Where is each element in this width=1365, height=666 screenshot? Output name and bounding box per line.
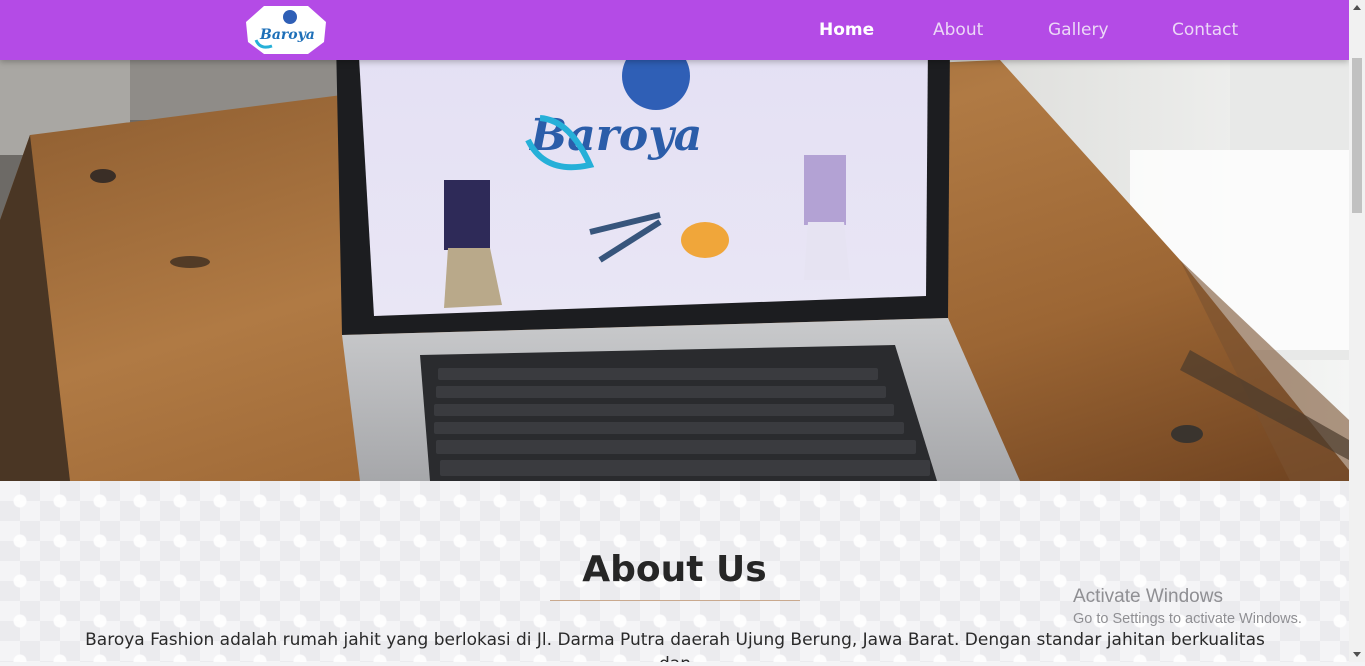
nav-link-about[interactable]: About [933,18,983,42]
about-paragraph: Baroya Fashion adalah rumah jahit yang b… [85,630,1265,662]
scroll-up-arrow-icon[interactable] [1349,0,1365,16]
about-section: About Us Baroya Fashion adalah rumah jah… [0,481,1349,662]
heading-divider [550,600,800,601]
laptop-on-desk-photo: Baroya [0,0,1349,481]
page: Baroya Baroya Home About Gallery Contact… [0,0,1349,662]
scroll-down-arrow-icon[interactable] [1349,646,1365,662]
scrollbar-thumb[interactable] [1352,58,1362,213]
activate-windows-title: Activate Windows [1073,586,1223,607]
about-heading: About Us [582,549,767,590]
nav-link-contact[interactable]: Contact [1172,18,1238,42]
nav-link-gallery[interactable]: Gallery [1048,18,1109,42]
activate-windows-subtitle: Go to Settings to activate Windows. [1073,611,1302,627]
hero-image: Baroya [0,0,1349,481]
nav-link-home[interactable]: Home [819,18,874,42]
top-navbar: Baroya Home About Gallery Contact [0,0,1349,60]
brand-logo[interactable]: Baroya [246,4,326,56]
svg-text:Baroya: Baroya [528,110,702,161]
brand-logo-text: Baroya [260,27,315,43]
vertical-scrollbar[interactable] [1349,0,1365,662]
